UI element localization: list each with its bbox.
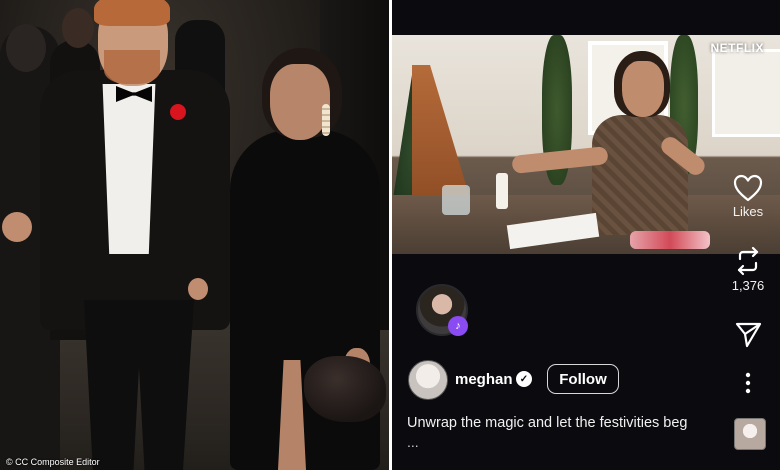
- clutch-bag: [304, 356, 386, 422]
- event-photo: © CC Composite Editor: [0, 0, 389, 470]
- poppy-pin: [170, 104, 186, 120]
- man-hand: [188, 278, 208, 300]
- music-icon: ♪: [448, 316, 468, 336]
- avatar[interactable]: [408, 360, 448, 400]
- knit-vest: [592, 115, 688, 235]
- follow-button[interactable]: Follow: [547, 364, 619, 394]
- woman-face: [270, 64, 330, 140]
- drop-earring: [322, 104, 330, 136]
- glass-jar: [442, 185, 470, 215]
- man-hand: [2, 212, 32, 242]
- send-icon: [735, 322, 762, 348]
- reel-video[interactable]: NETFLIX: [392, 35, 780, 254]
- reposts-count: 1,376: [731, 278, 765, 293]
- bottle: [496, 173, 508, 209]
- man-beard: [104, 50, 160, 84]
- window: [712, 49, 780, 137]
- post-caption[interactable]: Unwrap the magic and let the festivities…: [407, 415, 723, 431]
- ribbon: [630, 231, 710, 249]
- more-options-button[interactable]: [726, 372, 770, 394]
- heart-icon: [733, 174, 763, 202]
- staircase: [412, 65, 472, 205]
- repost-button[interactable]: 1,376: [726, 246, 770, 293]
- instagram-reel-screen: NETFLIX Likes 1,376 ♪ meghan ✓ Follow Un…: [392, 0, 780, 470]
- caption-more[interactable]: ...: [407, 434, 419, 450]
- likes-label: Likes: [732, 204, 764, 219]
- man-hair: [94, 0, 170, 26]
- audio-thumbnail[interactable]: [734, 418, 766, 450]
- share-button[interactable]: [726, 320, 770, 348]
- netflix-watermark: NETFLIX: [710, 41, 764, 55]
- verified-icon: ✓: [516, 371, 532, 387]
- username[interactable]: meghan: [455, 371, 513, 388]
- more-icon: [745, 372, 751, 394]
- repost-icon: [737, 246, 759, 276]
- like-button[interactable]: Likes: [726, 174, 770, 219]
- photo-credit: © CC Composite Editor: [6, 457, 100, 467]
- woman-face: [622, 61, 664, 117]
- background-person-head: [6, 24, 46, 72]
- background-person-head: [62, 8, 94, 48]
